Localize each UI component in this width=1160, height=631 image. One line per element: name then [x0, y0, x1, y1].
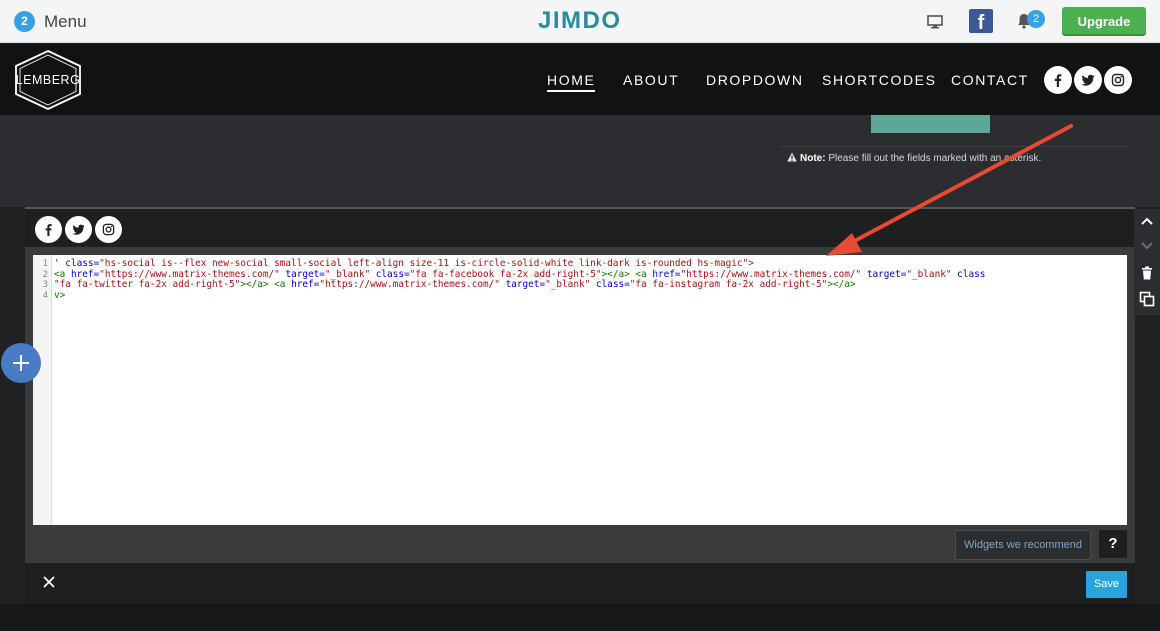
- widgets-recommend-button[interactable]: Widgets we recommend: [955, 530, 1091, 560]
- twitter-icon: [72, 224, 85, 235]
- upgrade-button[interactable]: Upgrade: [1062, 7, 1146, 36]
- line-number: 2: [42, 269, 48, 280]
- chevron-up-icon[interactable]: [1139, 213, 1155, 229]
- jimdo-admin-bar: 2 Menu JIMDO f 2 Upgrade: [0, 0, 1160, 43]
- site-header: LEMBERG HOME ABOUT DROPDOWN SHORTCODES C…: [0, 44, 1160, 115]
- widget-preview-bar: [25, 209, 1135, 247]
- help-button[interactable]: ?: [1099, 530, 1127, 558]
- add-element-button[interactable]: [1, 343, 41, 383]
- code-line: v>: [54, 289, 66, 301]
- nav-contact[interactable]: CONTACT: [951, 71, 1029, 89]
- preview-twitter-button[interactable]: [65, 216, 92, 243]
- jimdo-logo: JIMDO: [538, 7, 622, 34]
- preview-facebook-button[interactable]: [35, 216, 62, 243]
- facebook-icon: [1054, 74, 1062, 87]
- preview-instagram-button[interactable]: [95, 216, 122, 243]
- facebook-icon[interactable]: f: [969, 9, 993, 33]
- notification-badge[interactable]: 2: [1027, 10, 1045, 28]
- nav-about[interactable]: ABOUT: [623, 71, 679, 89]
- menu-count-badge[interactable]: 2: [14, 11, 35, 32]
- instagram-icon: [1111, 73, 1125, 87]
- menu-button[interactable]: Menu: [44, 11, 87, 32]
- line-number: 3: [42, 280, 48, 290]
- note-text: Please fill out the fields marked with a…: [825, 153, 1042, 164]
- header-twitter-button[interactable]: [1074, 66, 1102, 94]
- chevron-down-icon[interactable]: [1139, 238, 1155, 254]
- facebook-icon: [45, 224, 52, 236]
- code-editor[interactable]: 1 2 3 4 ' class="hs-social is--flex new-…: [33, 255, 1127, 525]
- warning-icon: [787, 152, 797, 162]
- note-label: Note:: [800, 153, 826, 164]
- trash-icon[interactable]: [1139, 265, 1155, 281]
- editor-footer: Save: [25, 563, 1135, 606]
- html-widget-editor: 1 2 3 4 ' class="hs-social is--flex new-…: [25, 207, 1135, 606]
- save-button[interactable]: Save: [1086, 571, 1127, 598]
- nav-dropdown[interactable]: DROPDOWN: [706, 71, 804, 89]
- code-content[interactable]: ' class="hs-social is--flex new-social s…: [54, 258, 1127, 301]
- copy-icon[interactable]: [1139, 291, 1155, 307]
- element-side-controls: [1134, 209, 1160, 315]
- header-instagram-button[interactable]: [1104, 66, 1132, 94]
- form-note: Note: Please fill out the fields marked …: [787, 152, 1041, 165]
- form-submit-button[interactable]: [871, 115, 990, 133]
- nav-shortcodes[interactable]: SHORTCODES: [822, 71, 937, 89]
- plus-icon: [13, 355, 29, 371]
- line-number-gutter: 1 2 3 4: [33, 255, 52, 525]
- instagram-icon: [102, 223, 115, 236]
- line-number: 4: [42, 290, 48, 301]
- header-facebook-button[interactable]: [1044, 66, 1072, 94]
- line-number: 1: [42, 259, 48, 269]
- form-divider: [780, 146, 1128, 147]
- page-bottom: [0, 604, 1160, 631]
- twitter-icon: [1081, 74, 1095, 86]
- site-logo[interactable]: LEMBERG: [13, 49, 83, 111]
- code-line: "fa fa-twitter fa-2x add-right-5"></a> <…: [54, 279, 856, 290]
- site-logo-text: LEMBERG: [15, 73, 81, 87]
- monitor-icon[interactable]: [926, 13, 944, 31]
- nav-home[interactable]: HOME: [547, 71, 596, 92]
- close-icon[interactable]: [42, 575, 56, 589]
